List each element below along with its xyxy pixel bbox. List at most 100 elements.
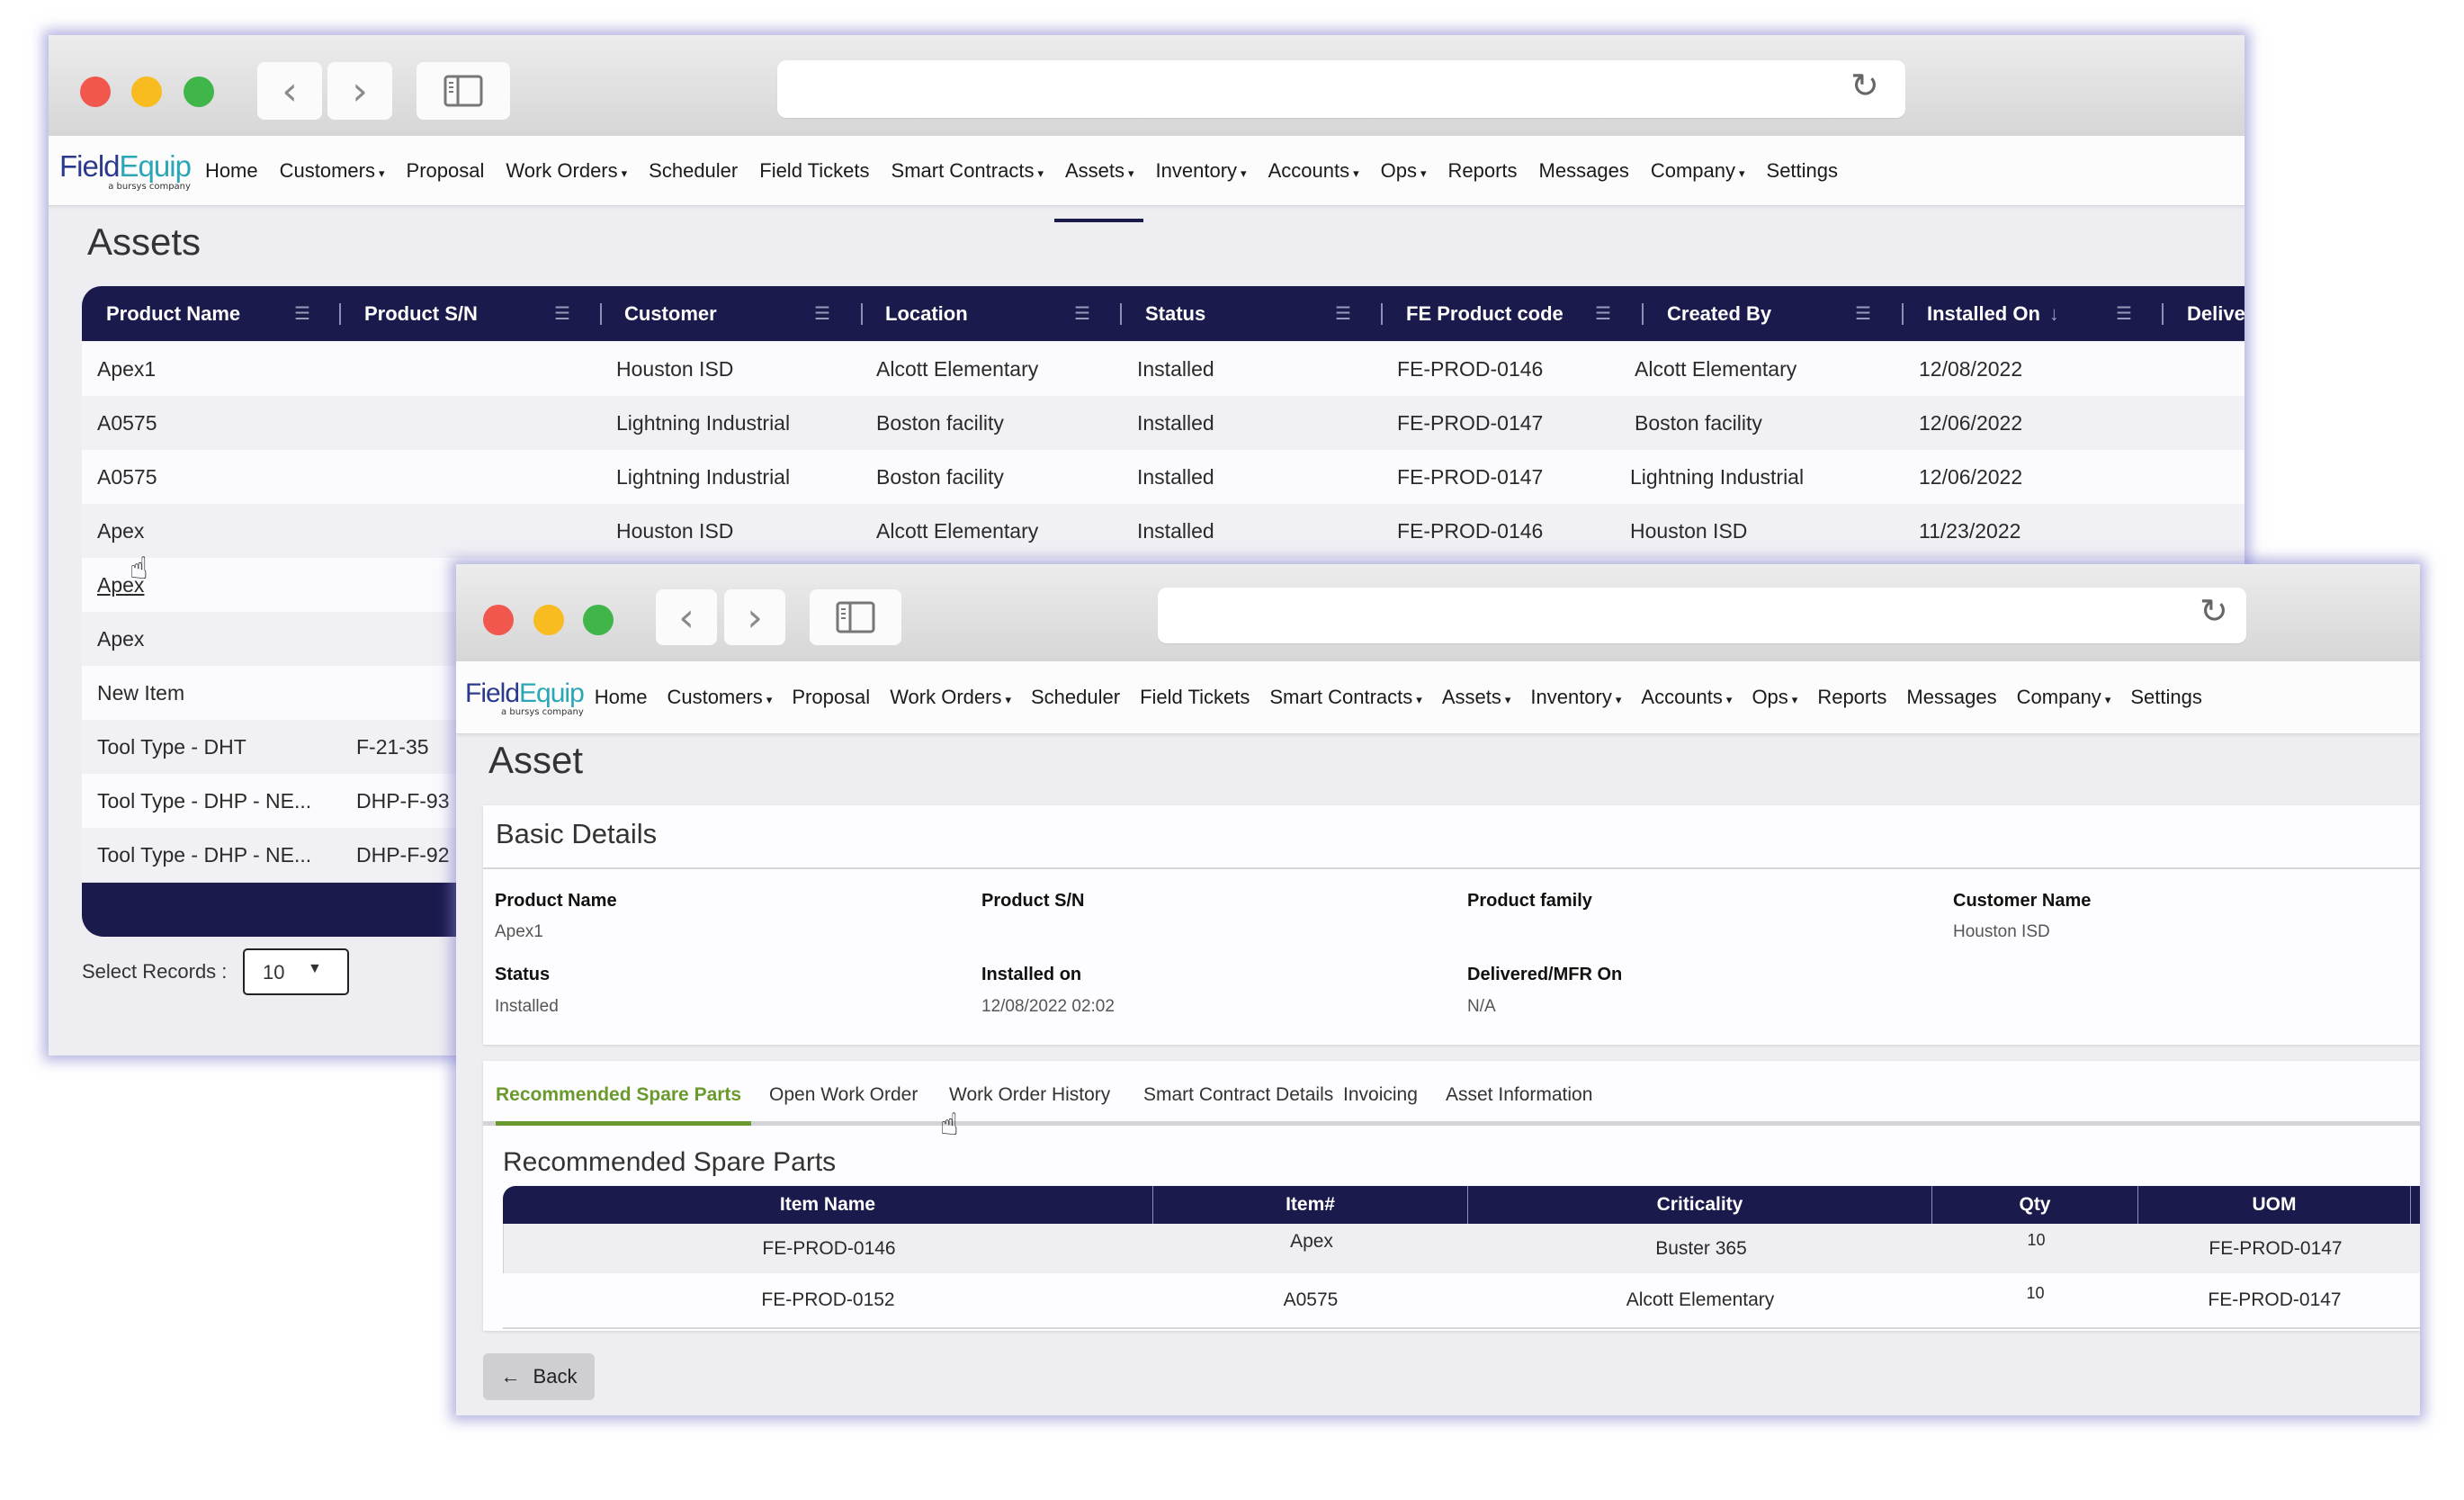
nav-item-work-orders[interactable]: Work Orders ▾ (506, 159, 627, 183)
nav-item-inventory[interactable]: Inventory ▾ (1156, 159, 1247, 183)
minimize-window-button[interactable] (533, 605, 564, 635)
sidebar-toggle-button[interactable] (417, 62, 510, 120)
column-header-created-by[interactable]: Created By (1667, 302, 1771, 326)
nav-item-messages[interactable]: Messages (1539, 159, 1629, 183)
select-records-dropdown[interactable]: 10 ▼ (243, 948, 349, 995)
column-header-customer[interactable]: Customer (624, 302, 717, 326)
column-resize-handle[interactable] (1381, 302, 1383, 325)
cell-product-name[interactable]: Apex (97, 612, 144, 666)
tab-open-work-order[interactable]: Open Work Order (769, 1084, 918, 1106)
column-resize-handle[interactable] (1902, 302, 1904, 325)
nav-item-smart-contracts[interactable]: Smart Contracts ▾ (892, 159, 1044, 183)
nav-item-reports[interactable]: Reports (1817, 686, 1886, 709)
maximize-window-button[interactable] (184, 76, 214, 107)
cell-product-name[interactable]: A0575 (97, 396, 157, 450)
column-menu-icon[interactable]: ☰ (294, 302, 310, 325)
nav-item-settings[interactable]: Settings (2130, 686, 2202, 709)
nav-item-ops[interactable]: Ops ▾ (1752, 686, 1797, 709)
column-resize-handle[interactable] (2162, 302, 2164, 325)
column-header-product-name[interactable]: Product Name (106, 302, 240, 326)
nav-item-reports[interactable]: Reports (1448, 159, 1518, 183)
table-row[interactable]: A0575 Lightning Industrial Boston facili… (82, 450, 2244, 506)
tab-asset-information[interactable]: Asset Information (1446, 1084, 1592, 1106)
nav-item-settings[interactable]: Settings (1767, 159, 1839, 183)
cell-product-name[interactable]: Apex (97, 504, 144, 558)
nav-item-messages[interactable]: Messages (1906, 686, 1996, 709)
nav-item-customers[interactable]: Customers ▾ (280, 159, 385, 183)
maximize-window-button[interactable] (583, 605, 614, 635)
cell-product-name[interactable]: Tool Type - DHP - NE... (97, 828, 311, 882)
nav-item-work-orders[interactable]: Work Orders ▾ (890, 686, 1011, 709)
column-menu-icon[interactable]: ☰ (1855, 302, 1871, 325)
column-menu-icon[interactable]: ☰ (814, 302, 830, 325)
minimize-window-button[interactable] (131, 76, 162, 107)
column-menu-icon[interactable]: ☰ (1074, 302, 1090, 325)
column-header-product-sn[interactable]: Product S/N (364, 302, 478, 326)
nav-item-customers[interactable]: Customers ▾ (667, 686, 772, 709)
nav-item-accounts[interactable]: Accounts ▾ (1641, 686, 1732, 709)
fieldequip-logo[interactable]: FieldEquip a bursys company (59, 149, 192, 192)
tab-work-order-history[interactable]: Work Order History (949, 1084, 1110, 1106)
spare-part-row[interactable]: FE-PROD-0146 Apex Buster 365 10 FE-PROD-… (503, 1224, 2420, 1275)
column-menu-icon[interactable]: ☰ (2116, 302, 2132, 325)
url-bar[interactable] (1158, 588, 2246, 643)
close-window-button[interactable] (483, 605, 514, 635)
column-header-item-name[interactable]: Item Name (503, 1186, 1153, 1224)
column-header-installed-on[interactable]: Installed On ↓ (1927, 302, 2059, 326)
column-header-fe-product-code[interactable]: FE Product code (1406, 302, 1564, 326)
column-header-criticality[interactable]: Criticality (1468, 1186, 1932, 1224)
column-menu-icon[interactable]: ☰ (554, 302, 570, 325)
table-row[interactable]: A0575 Lightning Industrial Boston facili… (82, 396, 2244, 452)
nav-item-company[interactable]: Company ▾ (2017, 686, 2111, 709)
nav-item-ops[interactable]: Ops ▾ (1381, 159, 1427, 183)
reload-icon[interactable]: ↻ (1850, 66, 1879, 105)
column-resize-handle[interactable] (600, 302, 602, 325)
forward-nav-button[interactable]: › (327, 62, 392, 120)
nav-item-inventory[interactable]: Inventory ▾ (1530, 686, 1621, 709)
nav-item-assets[interactable]: Assets ▾ (1054, 159, 1143, 222)
nav-item-company[interactable]: Company ▾ (1651, 159, 1745, 183)
nav-item-field-tickets[interactable]: Field Tickets (759, 159, 869, 183)
spare-part-row[interactable]: FE-PROD-0152 A0575 Alcott Elementary 10 … (503, 1273, 2420, 1329)
nav-item-proposal[interactable]: Proposal (407, 159, 485, 183)
back-button[interactable]: ← Back (483, 1353, 595, 1400)
nav-item-home[interactable]: Home (205, 159, 258, 183)
nav-item-assets[interactable]: Assets ▾ (1442, 686, 1511, 709)
column-header-location[interactable]: Location (885, 302, 968, 326)
cell-product-name[interactable]: Tool Type - DHT (97, 720, 246, 774)
column-header-delivered[interactable]: Delive (2187, 302, 2244, 326)
nav-item-smart-contracts[interactable]: Smart Contracts ▾ (1269, 686, 1421, 709)
tab-smart-contract-details[interactable]: Smart Contract Details (1143, 1084, 1333, 1106)
back-nav-button[interactable]: ‹ (656, 589, 717, 645)
nav-item-home[interactable]: Home (595, 686, 648, 709)
tab-invoicing[interactable]: Invoicing (1343, 1084, 1418, 1106)
column-header-status[interactable]: Status (1145, 302, 1205, 326)
cell-product-name[interactable]: Apex1 (97, 342, 156, 396)
fieldequip-logo[interactable]: FieldEquip a bursys company (465, 678, 585, 717)
cell-product-name[interactable]: New Item (97, 666, 184, 720)
table-row[interactable]: Apex Houston ISD Alcott Elementary Insta… (82, 504, 2244, 560)
nav-item-scheduler[interactable]: Scheduler (649, 159, 738, 183)
column-resize-handle[interactable] (1642, 302, 1644, 325)
column-header-item-number[interactable]: Item# (1153, 1186, 1468, 1224)
nav-item-field-tickets[interactable]: Field Tickets (1140, 686, 1250, 709)
column-resize-handle[interactable] (861, 302, 863, 325)
reload-icon[interactable]: ↻ (2200, 591, 2228, 631)
column-resize-handle[interactable] (339, 302, 341, 325)
forward-nav-button[interactable]: › (724, 589, 785, 645)
nav-item-proposal[interactable]: Proposal (792, 686, 870, 709)
cell-product-name[interactable]: A0575 (97, 450, 157, 504)
nav-item-accounts[interactable]: Accounts ▾ (1268, 159, 1359, 183)
sort-descending-icon[interactable]: ↓ (2049, 302, 2059, 326)
column-menu-icon[interactable]: ☰ (1335, 302, 1351, 325)
table-row[interactable]: Apex1 Houston ISD Alcott Elementary Inst… (82, 342, 2244, 398)
url-bar[interactable] (777, 60, 1905, 118)
cell-product-name[interactable]: Tool Type - DHP - NE... (97, 774, 311, 828)
column-resize-handle[interactable] (1120, 302, 1122, 325)
tab-recommended-spare-parts[interactable]: Recommended Spare Parts (496, 1084, 741, 1106)
close-window-button[interactable] (80, 76, 111, 107)
column-header-qty[interactable]: Qty (1932, 1186, 2138, 1224)
nav-item-scheduler[interactable]: Scheduler (1031, 686, 1120, 709)
column-header-uom[interactable]: UOM (2138, 1186, 2411, 1224)
back-nav-button[interactable]: ‹ (257, 62, 322, 120)
